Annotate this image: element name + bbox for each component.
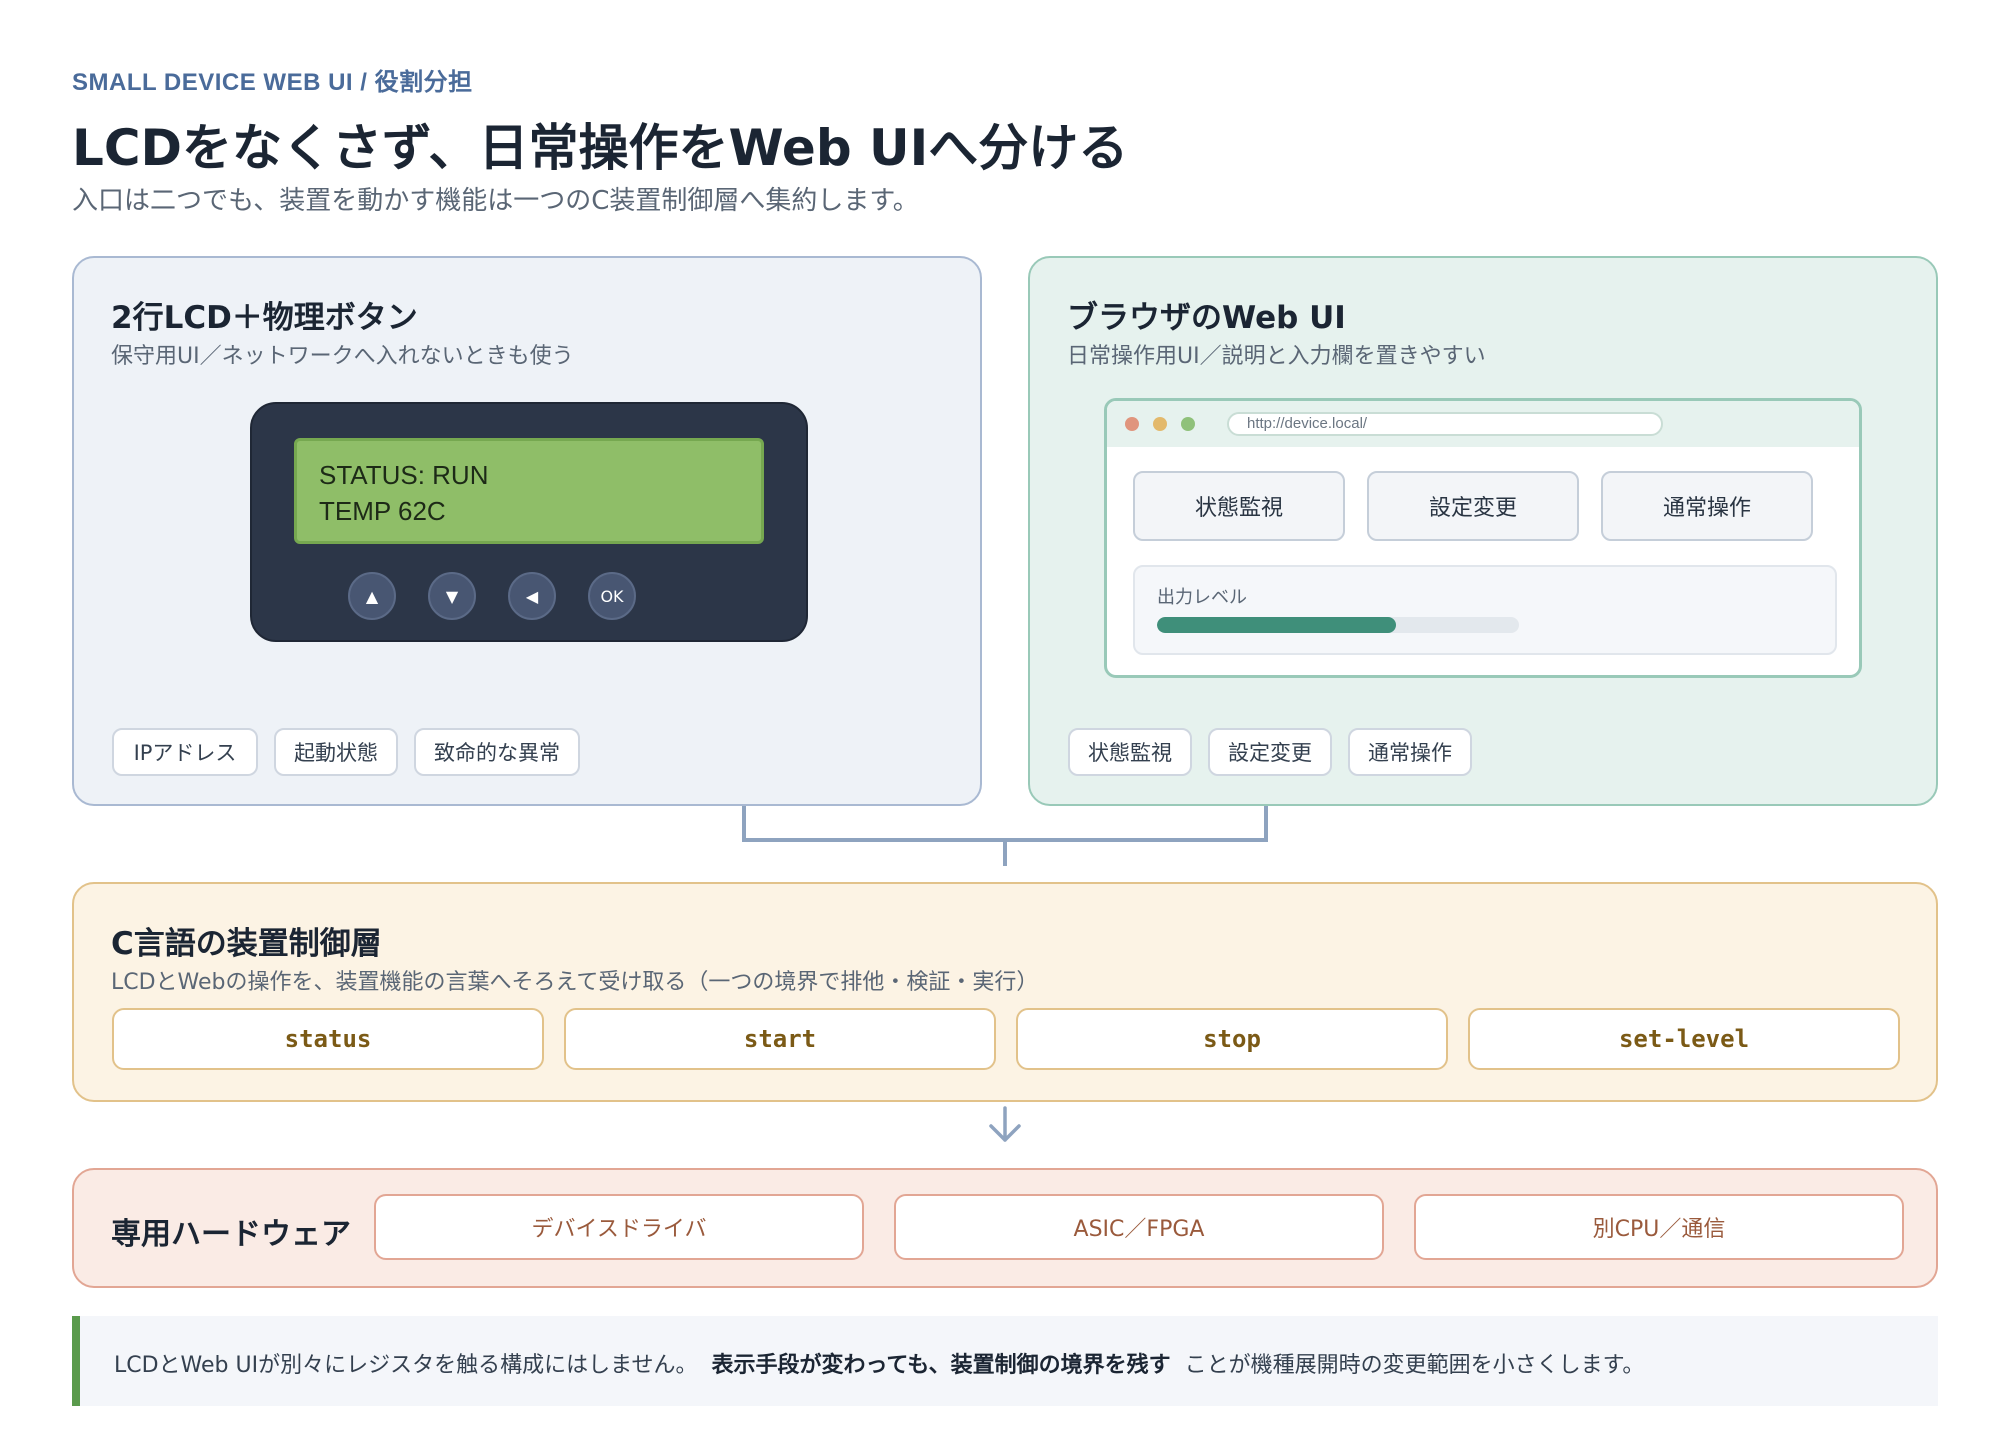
close-dot-icon xyxy=(1125,417,1139,431)
hardware-sub-cpu: 別CPU／通信 xyxy=(1414,1194,1904,1260)
merge-connector xyxy=(742,806,1268,842)
web-panel: ブラウザのWeb UI 日常操作用UI／説明と入力欄を置きやすい http://… xyxy=(1028,256,1938,806)
lcd-screen: STATUS: RUN TEMP 62C xyxy=(294,438,764,544)
browser-window: http://device.local/ 状態監視 設定変更 通常操作 出力レベ… xyxy=(1104,398,1862,678)
control-layer-subtitle: LCDとWebの操作を、装置機能の言葉へそろえて受け取る（一つの境界で排他・検証… xyxy=(111,970,1039,995)
lcd-device: STATUS: RUN TEMP 62C ▲ ▼ ◀ OK xyxy=(250,402,808,642)
down-button[interactable]: ▼ xyxy=(428,572,476,620)
lcd-chip-ip: IPアドレス xyxy=(112,728,258,776)
design-note: LCDとWeb UIが別々にレジスタを触る構成にはしません。 表示手段が変わっても… xyxy=(72,1316,1938,1406)
hardware-panel: 専用ハードウェア デバイスドライバ ASIC／FPGA 別CPU／通信 xyxy=(72,1168,1938,1288)
web-chip-operation: 通常操作 xyxy=(1348,728,1472,776)
left-button[interactable]: ◀ xyxy=(508,572,556,620)
page-subtitle: 入口は二つでも、装置を動かす機能は一つのC装置制御層へ集約します。 xyxy=(72,186,919,216)
down-arrow-icon xyxy=(989,1106,1021,1142)
ok-button[interactable]: OK xyxy=(588,572,636,620)
status-monitor-button[interactable]: 状態監視 xyxy=(1133,471,1345,541)
lcd-line-2: TEMP 62C xyxy=(319,496,446,526)
web-chip-status: 状態監視 xyxy=(1068,728,1192,776)
up-button[interactable]: ▲ xyxy=(348,572,396,620)
command-start: start xyxy=(564,1008,996,1070)
address-bar[interactable]: http://device.local/ xyxy=(1227,412,1663,436)
lcd-line-1: STATUS: RUN xyxy=(319,460,489,490)
note-emphasis: 表示手段が変わっても、装置制御の境界を残す xyxy=(711,1353,1171,1378)
command-set-level: set-level xyxy=(1468,1008,1900,1070)
lcd-panel-subtitle: 保守用UI／ネットワークへ入れないときも使う xyxy=(111,344,574,369)
output-level-card: 出力レベル xyxy=(1133,565,1837,655)
hardware-title: 専用ハードウェア xyxy=(111,1217,351,1252)
control-layer-title: C言語の装置制御層 xyxy=(111,926,382,962)
output-level-label: 出力レベル xyxy=(1157,587,1247,608)
web-panel-title: ブラウザのWeb UI xyxy=(1067,300,1346,336)
output-level-slider[interactable] xyxy=(1157,617,1519,633)
web-panel-subtitle: 日常操作用UI／説明と入力欄を置きやすい xyxy=(1067,344,1486,369)
lcd-chip-boot: 起動状態 xyxy=(274,728,398,776)
control-layer-panel: C言語の装置制御層 LCDとWebの操作を、装置機能の言葉へそろえて受け取る（一… xyxy=(72,882,1938,1102)
browser-toolbar: http://device.local/ xyxy=(1107,401,1859,447)
page-title: LCDをなくさず、日常操作をWeb UIへ分ける xyxy=(72,119,1129,177)
lcd-chip-fatal: 致命的な異常 xyxy=(414,728,580,776)
command-status: status xyxy=(112,1008,544,1070)
output-level-fill xyxy=(1157,617,1396,633)
command-stop: stop xyxy=(1016,1008,1448,1070)
normal-operation-button[interactable]: 通常操作 xyxy=(1601,471,1813,541)
design-note-text: LCDとWeb UIが別々にレジスタを触る構成にはしません。 表示手段が変わっても… xyxy=(114,1347,1644,1379)
minimize-dot-icon xyxy=(1153,417,1167,431)
hardware-driver: デバイスドライバ xyxy=(374,1194,864,1260)
hardware-asic-fpga: ASIC／FPGA xyxy=(894,1194,1384,1260)
lcd-panel: 2行LCD＋物理ボタン 保守用UI／ネットワークへ入れないときも使う STATU… xyxy=(72,256,982,806)
lcd-panel-title: 2行LCD＋物理ボタン xyxy=(111,300,418,336)
eyebrow-label: SMALL DEVICE WEB UI / 役割分担 xyxy=(72,69,473,96)
maximize-dot-icon xyxy=(1181,417,1195,431)
web-chip-settings: 設定変更 xyxy=(1208,728,1332,776)
note-text-before: LCDとWeb UIが別々にレジスタを触る構成にはしません。 xyxy=(114,1353,698,1378)
settings-change-button[interactable]: 設定変更 xyxy=(1367,471,1579,541)
note-text-after: ことが機種展開時の変更範囲を小さくします。 xyxy=(1184,1353,1645,1378)
